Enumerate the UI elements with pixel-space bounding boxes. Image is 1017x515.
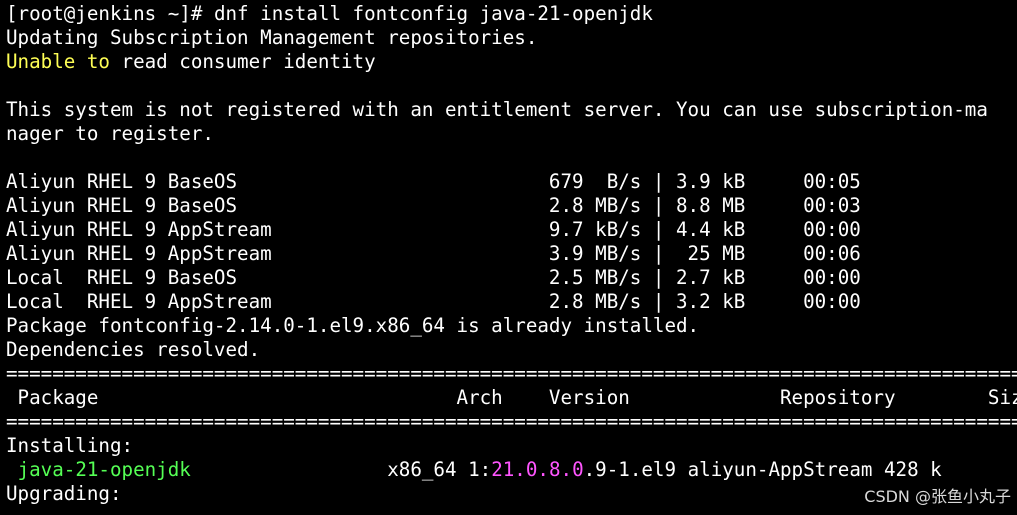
install-package-row: java-21-openjdk x86_64 1:21.0.8.0.9-1.el… [6,458,1017,482]
unable-to-warning: Unable to [6,50,110,73]
shell-command: dnf install fontconfig java-21-openjdk [213,2,653,25]
already-installed-line: Package fontconfig-2.14.0-1.el9.x86_64 i… [6,314,700,337]
repo-metadata-line: Aliyun RHEL 9 BaseOS 679 B/s | 3.9 kB 00… [6,170,861,193]
install-indent [6,458,18,481]
subscription-line: Updating Subscription Management reposit… [6,26,538,49]
consumer-identity-line: Unable to read consumer identity [6,50,1017,74]
dependencies-resolved-line: Dependencies resolved. [6,338,261,361]
repo-metadata-line: Aliyun RHEL 9 AppStream 9.7 kB/s | 4.4 k… [6,218,861,241]
shell-prompt: [root@jenkins ~]# [6,2,214,25]
repo-metadata-line: Local RHEL 9 AppStream 2.8 MB/s | 3.2 kB… [6,290,861,313]
install-version-highlight: 21.0.8.0 [491,458,584,481]
csdn-watermark: CSDN @张鱼小丸子 [864,487,1011,506]
registration-message-line-1: This system is not registered with an en… [6,98,988,121]
package-table-header: Package Arch Version Repository Size [6,386,1017,409]
install-package-name: java-21-openjdk [17,458,191,481]
registration-message-line-2: nager to register. [6,122,214,145]
install-version-repo-size: .9-1.el9 aliyun-AppStream 428 k [583,458,942,481]
repo-metadata-line: Local RHEL 9 BaseOS 2.5 MB/s | 2.7 kB 00… [6,266,861,289]
consumer-identity-text: read consumer identity [109,50,376,73]
installing-label: Installing: [6,434,134,457]
terminal-window[interactable]: [root@jenkins ~]# dnf install fontconfig… [0,0,1017,515]
install-arch-epoch: x86_64 1: [190,458,492,481]
repo-metadata-line: Aliyun RHEL 9 AppStream 3.9 MB/s | 25 MB… [6,242,861,265]
table-separator: ========================================… [6,410,1017,433]
command-line: [root@jenkins ~]# dnf install fontconfig… [6,2,1017,26]
table-separator: ========================================… [6,362,1017,385]
repo-metadata-line: Aliyun RHEL 9 BaseOS 2.8 MB/s | 8.8 MB 0… [6,194,861,217]
